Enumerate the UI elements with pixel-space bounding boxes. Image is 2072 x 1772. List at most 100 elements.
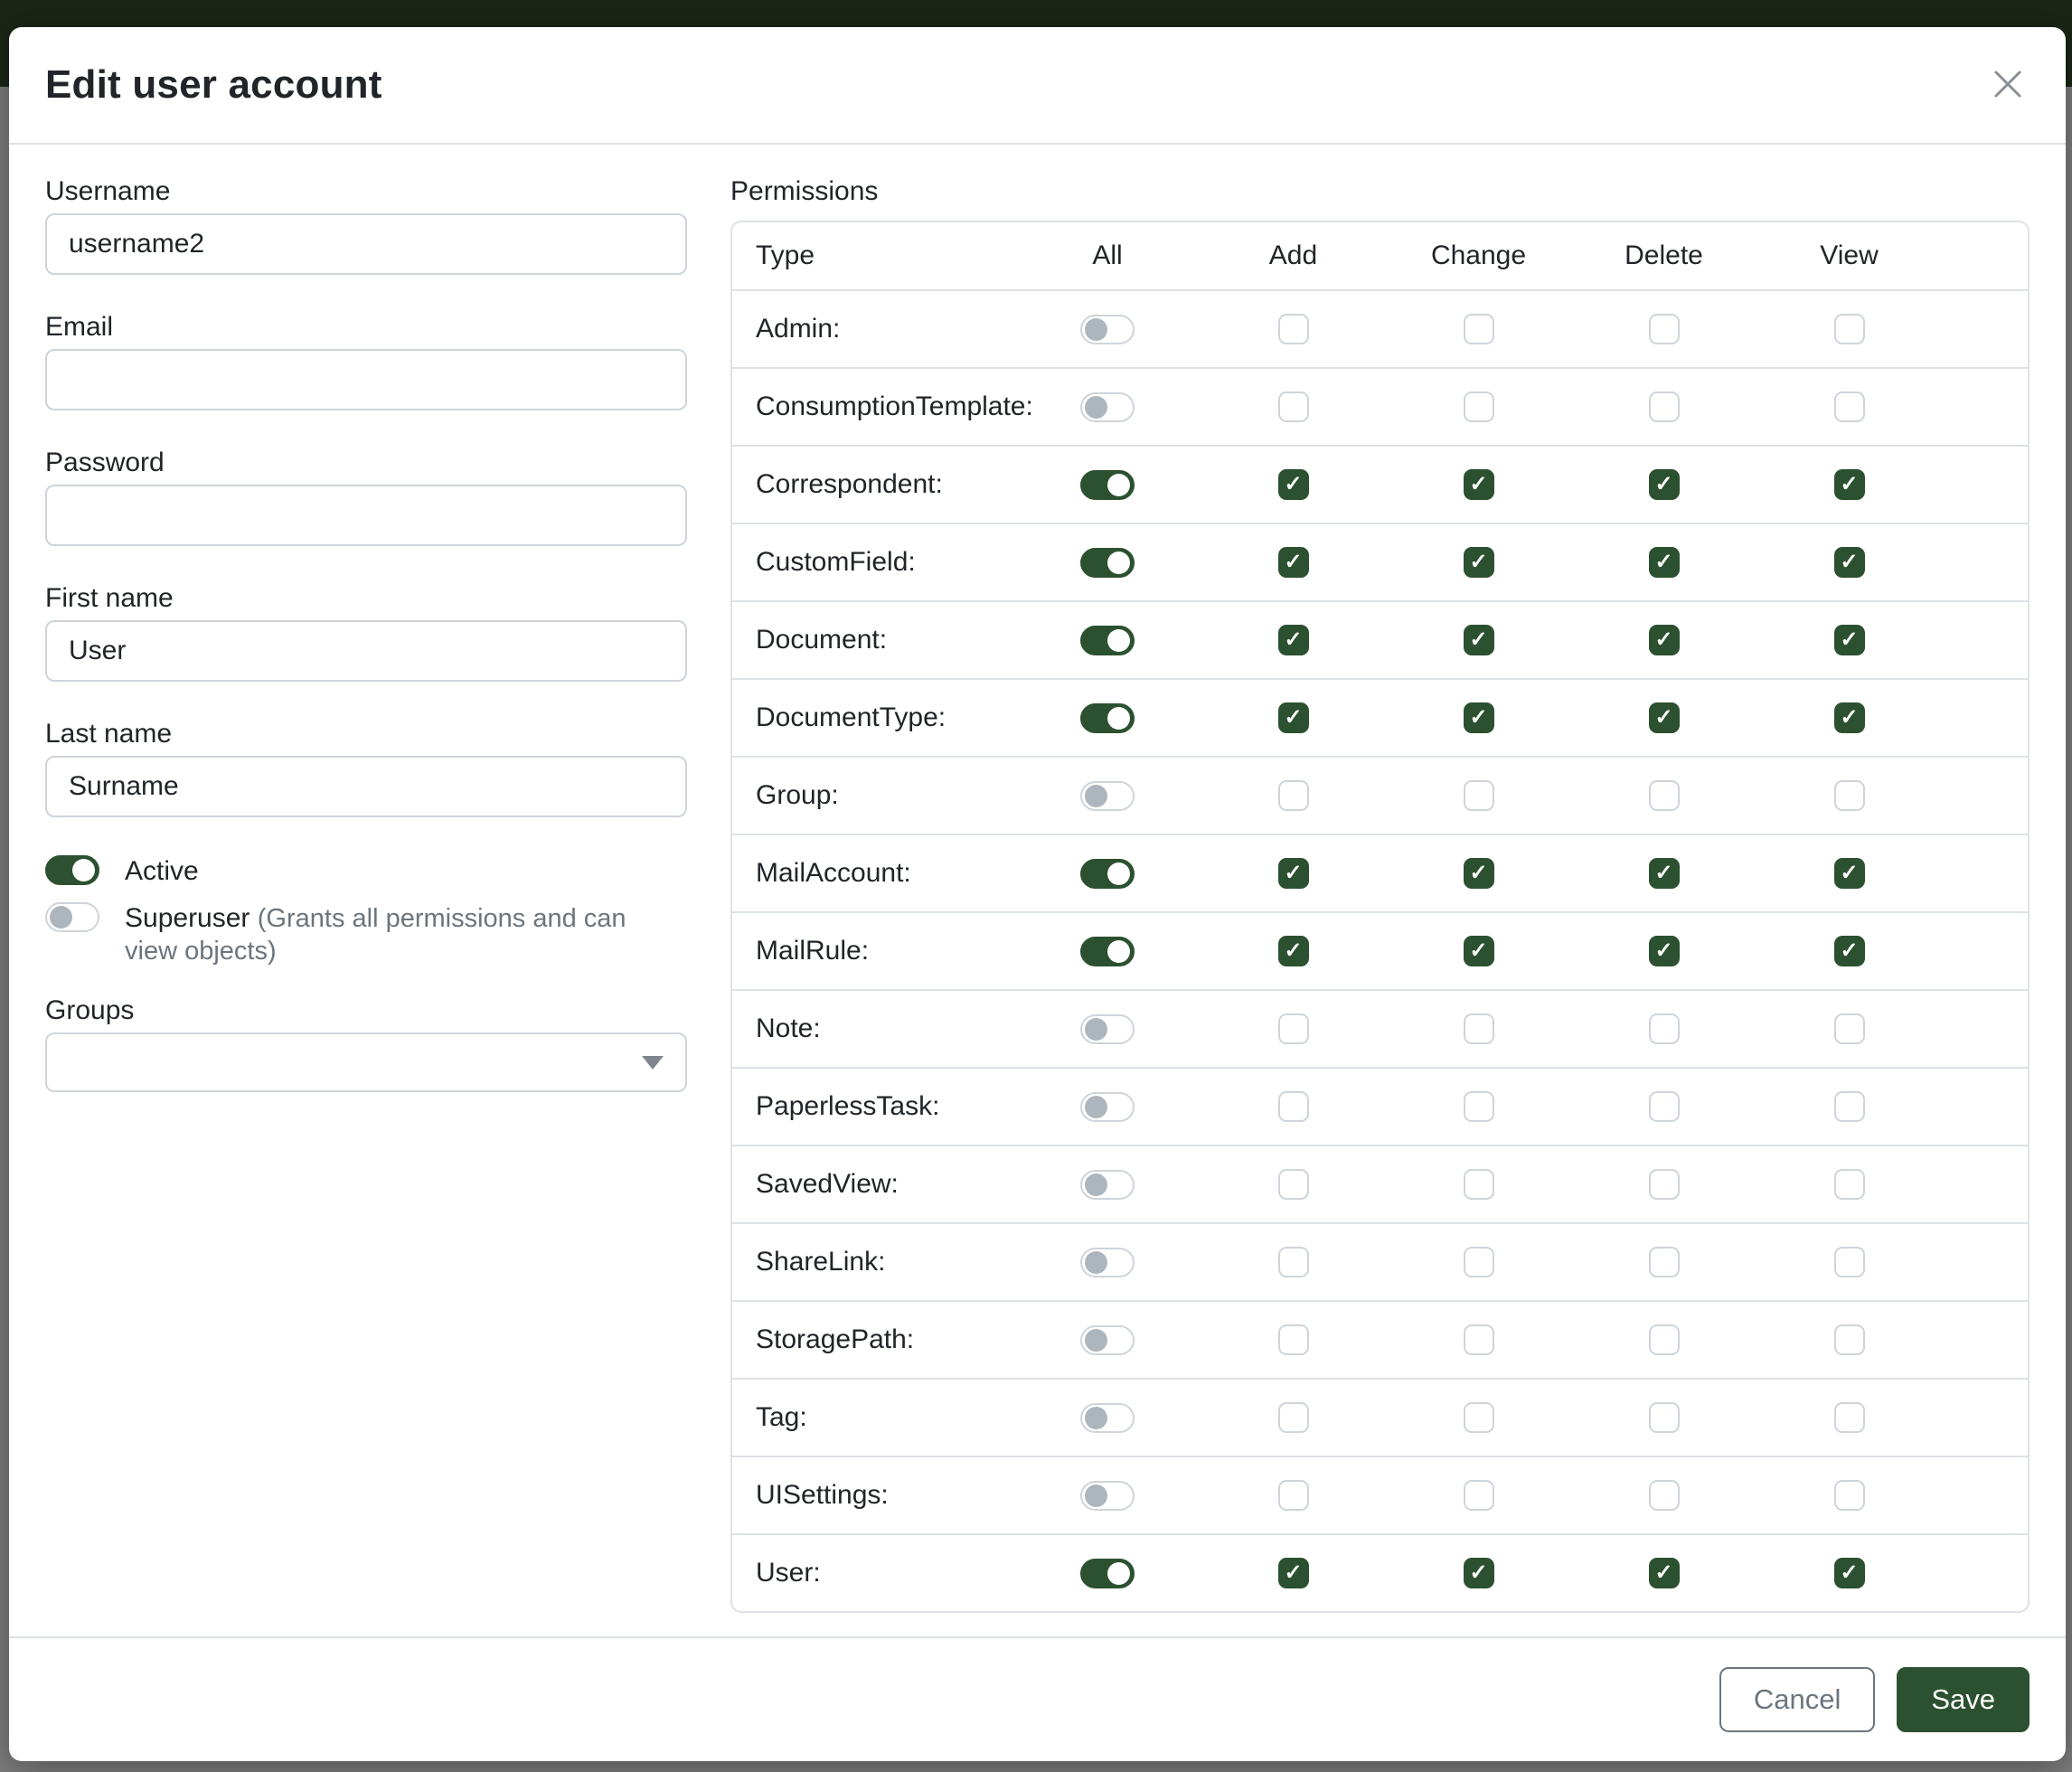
permission-view-checkbox[interactable] <box>1834 1091 1865 1122</box>
permission-change-checkbox[interactable]: ✓ <box>1464 547 1494 578</box>
permission-view-checkbox[interactable] <box>1834 1247 1865 1277</box>
permission-view-checkbox[interactable]: ✓ <box>1834 936 1865 966</box>
permission-all-toggle[interactable] <box>1080 1325 1135 1355</box>
permission-change-checkbox[interactable] <box>1464 1091 1494 1122</box>
permission-delete-checkbox[interactable] <box>1649 1480 1680 1511</box>
permission-view-checkbox[interactable]: ✓ <box>1834 625 1865 655</box>
permission-all-toggle[interactable] <box>1080 1248 1135 1277</box>
first-name-input[interactable] <box>45 620 687 682</box>
permission-add-checkbox[interactable] <box>1278 1247 1309 1277</box>
permission-delete-checkbox[interactable]: ✓ <box>1649 858 1680 889</box>
email-input[interactable] <box>45 349 687 410</box>
save-button[interactable]: Save <box>1897 1667 2030 1732</box>
column-header-add: Add <box>1201 240 1386 271</box>
permission-row: Group: <box>732 756 2028 834</box>
last-name-input[interactable] <box>45 756 687 817</box>
cancel-button[interactable]: Cancel <box>1719 1667 1876 1732</box>
permission-view-checkbox[interactable] <box>1834 1169 1865 1200</box>
password-input[interactable] <box>45 485 687 546</box>
permission-delete-checkbox[interactable] <box>1649 780 1680 811</box>
permission-view-checkbox[interactable] <box>1834 780 1865 811</box>
permission-change-checkbox[interactable]: ✓ <box>1464 469 1494 500</box>
permission-view-checkbox[interactable]: ✓ <box>1834 1558 1865 1588</box>
permission-change-checkbox[interactable] <box>1464 1247 1494 1277</box>
permission-view-checkbox[interactable] <box>1834 1480 1865 1511</box>
permission-change-checkbox[interactable] <box>1464 1402 1494 1433</box>
permission-add-checkbox[interactable] <box>1278 1091 1309 1122</box>
permission-delete-checkbox[interactable] <box>1649 1324 1680 1355</box>
permission-view-checkbox[interactable] <box>1834 1402 1865 1433</box>
permission-change-checkbox[interactable] <box>1464 1169 1494 1200</box>
permission-delete-checkbox[interactable] <box>1649 1247 1680 1277</box>
close-button[interactable] <box>1986 63 2030 107</box>
permission-change-checkbox[interactable] <box>1464 780 1494 811</box>
permission-delete-checkbox[interactable]: ✓ <box>1649 547 1680 578</box>
permission-add-checkbox[interactable]: ✓ <box>1278 858 1309 889</box>
permission-change-checkbox[interactable] <box>1464 1324 1494 1355</box>
username-input[interactable] <box>45 213 687 275</box>
permission-all-toggle[interactable] <box>1080 315 1135 344</box>
permission-view-checkbox[interactable]: ✓ <box>1834 547 1865 578</box>
permission-view-checkbox[interactable]: ✓ <box>1834 469 1865 500</box>
permission-change-checkbox[interactable]: ✓ <box>1464 1558 1494 1588</box>
permission-all-toggle[interactable] <box>1080 1092 1135 1122</box>
permission-delete-checkbox[interactable]: ✓ <box>1649 936 1680 966</box>
permission-delete-checkbox[interactable] <box>1649 1402 1680 1433</box>
permission-all-toggle[interactable] <box>1080 859 1135 889</box>
permission-add-checkbox[interactable]: ✓ <box>1278 702 1309 733</box>
permission-all-toggle[interactable] <box>1080 937 1135 966</box>
permission-change-checkbox[interactable] <box>1464 1013 1494 1044</box>
permission-change-checkbox[interactable]: ✓ <box>1464 625 1494 655</box>
permission-delete-checkbox[interactable] <box>1649 391 1680 422</box>
permission-change-checkbox[interactable] <box>1464 391 1494 422</box>
permission-all-toggle[interactable] <box>1080 548 1135 578</box>
permission-change-checkbox[interactable]: ✓ <box>1464 702 1494 733</box>
permission-add-checkbox[interactable]: ✓ <box>1278 936 1309 966</box>
permission-add-checkbox[interactable]: ✓ <box>1278 1558 1309 1588</box>
permission-change-checkbox[interactable]: ✓ <box>1464 936 1494 966</box>
permission-add-checkbox[interactable] <box>1278 1402 1309 1433</box>
permission-add-checkbox[interactable] <box>1278 1013 1309 1044</box>
permission-all-toggle[interactable] <box>1080 1559 1135 1588</box>
permission-all-toggle[interactable] <box>1080 1481 1135 1511</box>
permission-delete-checkbox[interactable]: ✓ <box>1649 625 1680 655</box>
permission-delete-checkbox[interactable] <box>1649 314 1680 344</box>
permission-delete-checkbox[interactable]: ✓ <box>1649 469 1680 500</box>
permission-all-toggle[interactable] <box>1080 470 1135 500</box>
permission-all-toggle[interactable] <box>1080 626 1135 655</box>
permission-delete-checkbox[interactable]: ✓ <box>1649 1558 1680 1588</box>
permission-add-checkbox[interactable]: ✓ <box>1278 547 1309 578</box>
permission-all-toggle[interactable] <box>1080 703 1135 733</box>
permission-type-label: MailAccount: <box>732 858 1014 889</box>
permission-add-checkbox[interactable] <box>1278 780 1309 811</box>
permission-change-checkbox[interactable] <box>1464 1480 1494 1511</box>
permission-all-toggle[interactable] <box>1080 1170 1135 1200</box>
permission-all-toggle[interactable] <box>1080 781 1135 811</box>
permission-delete-checkbox[interactable] <box>1649 1013 1680 1044</box>
permission-view-checkbox[interactable] <box>1834 314 1865 344</box>
permission-view-checkbox[interactable]: ✓ <box>1834 702 1865 733</box>
permission-all-toggle[interactable] <box>1080 1014 1135 1044</box>
permission-delete-checkbox[interactable] <box>1649 1091 1680 1122</box>
permission-add-checkbox[interactable]: ✓ <box>1278 469 1309 500</box>
permission-delete-checkbox[interactable]: ✓ <box>1649 702 1680 733</box>
permission-add-checkbox[interactable] <box>1278 1324 1309 1355</box>
permission-all-toggle[interactable] <box>1080 1403 1135 1433</box>
permission-change-checkbox[interactable]: ✓ <box>1464 858 1494 889</box>
toggle-knob <box>1085 1485 1107 1507</box>
permission-add-checkbox[interactable]: ✓ <box>1278 625 1309 655</box>
permission-change-checkbox[interactable] <box>1464 314 1494 344</box>
permission-view-checkbox[interactable] <box>1834 391 1865 422</box>
permission-view-checkbox[interactable] <box>1834 1013 1865 1044</box>
superuser-toggle[interactable] <box>45 902 99 932</box>
active-toggle[interactable] <box>45 855 99 885</box>
permission-add-checkbox[interactable] <box>1278 314 1309 344</box>
permission-all-toggle[interactable] <box>1080 392 1135 422</box>
permission-view-checkbox[interactable] <box>1834 1324 1865 1355</box>
groups-select[interactable] <box>45 1032 687 1092</box>
permission-delete-checkbox[interactable] <box>1649 1169 1680 1200</box>
permission-add-checkbox[interactable] <box>1278 1480 1309 1511</box>
permission-view-checkbox[interactable]: ✓ <box>1834 858 1865 889</box>
permission-add-checkbox[interactable] <box>1278 1169 1309 1200</box>
permission-add-checkbox[interactable] <box>1278 391 1309 422</box>
